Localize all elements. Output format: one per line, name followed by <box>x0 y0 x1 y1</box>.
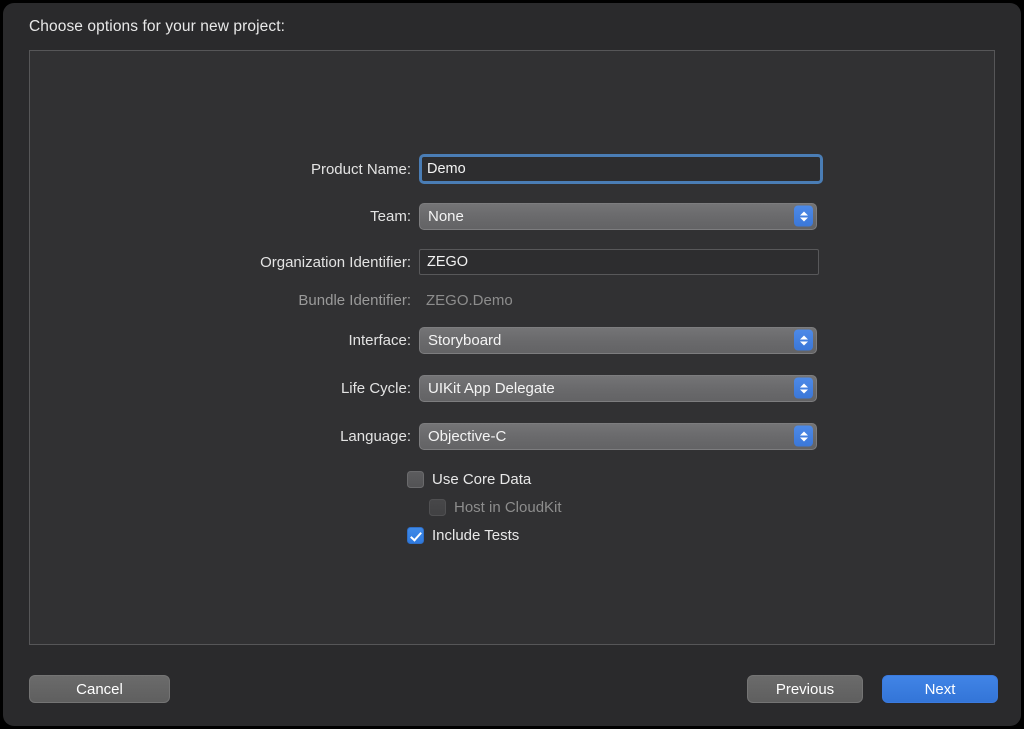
field-label-interface: Interface: <box>30 332 419 349</box>
field-label-product-name: Product Name: <box>30 161 419 178</box>
chevron-up-icon <box>800 211 808 215</box>
checkbox-label-use-core-data: Use Core Data <box>432 471 531 488</box>
checkbox-label-host-in-cloudkit: Host in CloudKit <box>454 499 562 516</box>
field-row-bundle-identifier: Bundle Identifier: ZEGO.Demo <box>30 285 994 315</box>
cancel-button[interactable]: Cancel <box>29 675 170 703</box>
field-label-life-cycle: Life Cycle: <box>30 380 419 397</box>
interface-select-value: Storyboard <box>428 332 501 349</box>
field-row-interface: Interface: Storyboard <box>30 325 994 355</box>
field-row-product-name: Product Name: Demo <box>30 154 994 184</box>
chevron-updown-icon[interactable] <box>794 206 813 227</box>
team-select-value: None <box>428 208 464 225</box>
checkbox-icon-unchecked-disabled <box>429 499 446 516</box>
bundle-identifier-value: ZEGO.Demo <box>419 292 513 309</box>
language-select[interactable]: Objective-C <box>419 423 817 450</box>
field-row-organization-identifier: Organization Identifier: ZEGO <box>30 247 994 277</box>
page-title: Choose options for your new project: <box>29 18 285 36</box>
checkbox-include-tests[interactable]: Include Tests <box>407 527 519 544</box>
field-label-organization-identifier: Organization Identifier: <box>30 254 419 271</box>
field-label-bundle-identifier: Bundle Identifier: <box>30 292 419 309</box>
chevron-down-icon <box>800 217 808 221</box>
chevron-up-icon <box>800 335 808 339</box>
previous-button[interactable]: Previous <box>747 675 863 703</box>
chevron-down-icon <box>800 389 808 393</box>
organization-identifier-input[interactable]: ZEGO <box>419 249 819 275</box>
new-project-options-window: Choose options for your new project: Pro… <box>3 3 1021 726</box>
checkbox-icon-checked[interactable] <box>407 527 424 544</box>
chevron-updown-icon[interactable] <box>794 330 813 351</box>
field-label-team: Team: <box>30 208 419 225</box>
checkbox-use-core-data[interactable]: Use Core Data <box>407 471 531 488</box>
chevron-up-icon <box>800 431 808 435</box>
life-cycle-select[interactable]: UIKit App Delegate <box>419 375 817 402</box>
team-select[interactable]: None <box>419 203 817 230</box>
field-row-life-cycle: Life Cycle: UIKit App Delegate <box>30 373 994 403</box>
language-select-value: Objective-C <box>428 428 506 445</box>
chevron-up-icon <box>800 383 808 387</box>
field-row-language: Language: Objective-C <box>30 421 994 451</box>
next-button[interactable]: Next <box>882 675 998 703</box>
field-label-language: Language: <box>30 428 419 445</box>
options-panel: Product Name: Demo Team: None Organizati… <box>29 50 995 645</box>
field-row-team: Team: None <box>30 201 994 231</box>
checkbox-icon-unchecked[interactable] <box>407 471 424 488</box>
life-cycle-select-value: UIKit App Delegate <box>428 380 555 397</box>
chevron-down-icon <box>800 341 808 345</box>
chevron-updown-icon[interactable] <box>794 378 813 399</box>
chevron-down-icon <box>800 437 808 441</box>
checkbox-host-in-cloudkit: Host in CloudKit <box>429 499 562 516</box>
product-name-input[interactable]: Demo <box>419 154 823 184</box>
interface-select[interactable]: Storyboard <box>419 327 817 354</box>
checkbox-label-include-tests: Include Tests <box>432 527 519 544</box>
chevron-updown-icon[interactable] <box>794 426 813 447</box>
